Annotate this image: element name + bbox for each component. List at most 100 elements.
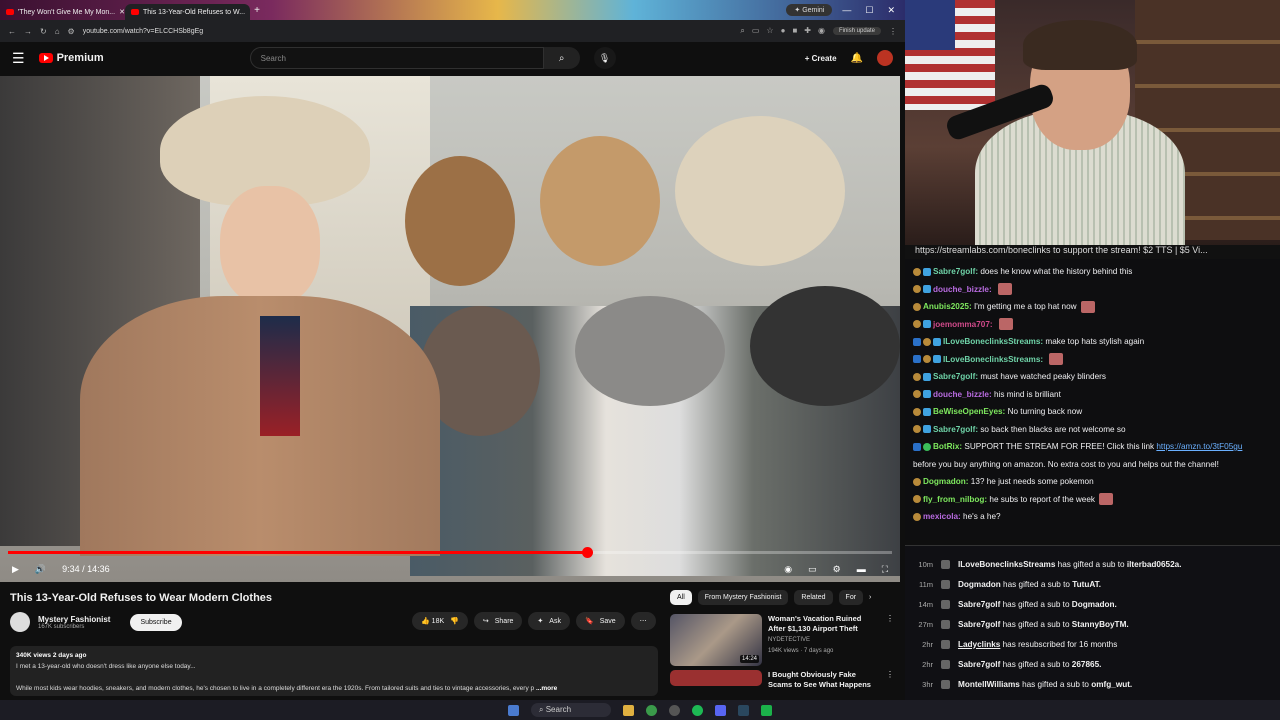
- event-target[interactable]: 267865.: [1072, 660, 1102, 669]
- progress-bar[interactable]: [8, 547, 892, 558]
- zoom-icon[interactable]: ⌕: [740, 26, 744, 36]
- rec-title[interactable]: Woman's Vacation Ruined After $1,130 Air…: [768, 614, 880, 634]
- spotify-icon[interactable]: [692, 704, 703, 716]
- event-target[interactable]: StannyBoyTM.: [1072, 620, 1129, 629]
- profile-icon[interactable]: ◉: [818, 26, 825, 36]
- autoplay-toggle-icon[interactable]: ◉: [784, 564, 792, 575]
- dislike-icon[interactable]: 👎: [450, 617, 459, 625]
- chip-from-channel[interactable]: From Mystery Fashionist: [697, 589, 789, 605]
- chat-username[interactable]: douche_bizzle:: [933, 285, 994, 294]
- chat-username[interactable]: joemomma707:: [933, 320, 995, 329]
- event-target[interactable]: Dogmadon.: [1072, 600, 1117, 609]
- home-icon[interactable]: ⌂: [55, 27, 60, 36]
- site-info-icon[interactable]: ⚙: [68, 27, 75, 36]
- save-button[interactable]: 🔖 Save: [575, 612, 625, 630]
- url-field[interactable]: youtube.com/watch?v=ELCCHSb8gEg: [83, 28, 733, 35]
- chip-all[interactable]: All: [670, 589, 692, 605]
- rec-title[interactable]: I Bought Obviously Fake Scams to See Wha…: [768, 670, 880, 690]
- windows-start-icon[interactable]: [508, 704, 519, 716]
- cast-icon[interactable]: ▭: [752, 26, 760, 36]
- event-user[interactable]: Ladyclinks: [958, 640, 1000, 649]
- subscribe-button[interactable]: Subscribe: [130, 613, 182, 631]
- chat-username[interactable]: mexicola:: [923, 512, 963, 521]
- back-icon[interactable]: ←: [8, 27, 16, 36]
- chip-for-you[interactable]: For: [838, 589, 864, 605]
- fullscreen-icon[interactable]: ⛶: [882, 564, 888, 575]
- chat-username[interactable]: BotRix:: [933, 442, 964, 451]
- description-box[interactable]: 340K views 2 days ago I met a 13-year-ol…: [10, 646, 658, 696]
- explorer-icon[interactable]: [623, 704, 634, 716]
- play-icon[interactable]: ▶: [12, 564, 19, 575]
- chrome-icon[interactable]: [646, 704, 657, 716]
- chips-next-icon[interactable]: ›: [869, 594, 871, 601]
- chat-username[interactable]: douche_bizzle:: [933, 390, 994, 399]
- maximize-icon[interactable]: ☐: [865, 5, 873, 16]
- rec-video-2[interactable]: I Bought Obviously Fake Scams to See Wha…: [670, 670, 900, 690]
- obs-icon[interactable]: [669, 704, 680, 716]
- event-user[interactable]: Dogmadon: [958, 580, 1001, 589]
- event-user[interactable]: Sabre7golf: [958, 620, 1000, 629]
- forward-icon[interactable]: →: [24, 27, 32, 36]
- extension-icon[interactable]: ●: [781, 26, 786, 36]
- microphone-icon[interactable]: 🎙: [593, 47, 616, 69]
- finish-update-button[interactable]: Finish update: [832, 27, 881, 35]
- app-icon[interactable]: [761, 704, 772, 716]
- chat-username[interactable]: ILoveBoneclinksStreams:: [943, 337, 1045, 346]
- search-input[interactable]: Search: [249, 47, 544, 69]
- create-button[interactable]: + Create: [805, 54, 837, 63]
- captions-icon[interactable]: ▭: [808, 564, 817, 575]
- rec-more-icon[interactable]: ⋮: [886, 670, 894, 690]
- taskbar-search[interactable]: ⌕ Search: [531, 703, 611, 717]
- notifications-bell-icon[interactable]: 🔔: [851, 53, 863, 64]
- ask-button[interactable]: ✦ Ask: [528, 612, 570, 630]
- rec-video-1[interactable]: 14:24 Woman's Vacation Ruined After $1,1…: [670, 614, 900, 666]
- search-icon[interactable]: ⌕: [543, 47, 580, 69]
- more-actions-icon[interactable]: ⋯: [630, 612, 656, 630]
- rec-thumbnail[interactable]: [670, 670, 762, 686]
- account-avatar[interactable]: [877, 50, 893, 66]
- rec-thumbnail[interactable]: 14:24: [670, 614, 762, 666]
- rec-more-icon[interactable]: ⋮: [886, 614, 894, 666]
- event-target[interactable]: omfg_wut.: [1091, 680, 1132, 689]
- chat-username[interactable]: Sabre7golf:: [933, 425, 980, 434]
- event-user[interactable]: Sabre7golf: [958, 660, 1000, 669]
- youtube-logo[interactable]: Premium: [38, 52, 104, 64]
- event-user[interactable]: ILoveBoneclinksStreams: [958, 560, 1055, 569]
- chat-link[interactable]: https://amzn.to/3tF05gu: [1156, 442, 1242, 451]
- chat-username[interactable]: Sabre7golf:: [933, 267, 980, 276]
- chip-related[interactable]: Related: [794, 589, 833, 605]
- scrubber-handle[interactable]: [582, 547, 594, 558]
- like-button[interactable]: 👍 18K: [421, 617, 444, 625]
- minimize-icon[interactable]: —: [842, 5, 851, 16]
- steam-icon[interactable]: [738, 704, 749, 716]
- event-user[interactable]: MontellWilliams: [958, 680, 1020, 689]
- new-tab-button[interactable]: +: [250, 5, 264, 16]
- browser-menu-icon[interactable]: ⋮: [889, 27, 897, 36]
- chat-username[interactable]: Anubis2025:: [923, 302, 974, 311]
- discord-icon[interactable]: [715, 704, 726, 716]
- channel-name[interactable]: Mystery Fashionist: [38, 615, 110, 624]
- video-player[interactable]: ▶ 🔊 9:34 / 14:36 ◉ ▭ ⚙ ▬ ⛶: [0, 76, 900, 582]
- close-window-icon[interactable]: ✕: [887, 5, 895, 16]
- settings-gear-icon[interactable]: ⚙: [833, 564, 841, 575]
- theater-mode-icon[interactable]: ▬: [857, 564, 866, 575]
- share-button[interactable]: ↪ Share: [473, 612, 523, 630]
- reload-icon[interactable]: ↻: [40, 27, 47, 36]
- channel-avatar[interactable]: [10, 612, 30, 632]
- tab-1[interactable]: 'They Won't Give Me My Mon... ✕: [0, 4, 125, 20]
- bookmark-star-icon[interactable]: ☆: [766, 26, 773, 36]
- event-target[interactable]: TutuAT.: [1072, 580, 1101, 589]
- hamburger-menu-icon[interactable]: ☰: [12, 50, 25, 67]
- more-link[interactable]: ...more: [536, 685, 557, 692]
- chat-username[interactable]: Sabre7golf:: [933, 372, 980, 381]
- puzzle-icon[interactable]: ✚: [804, 26, 811, 36]
- chat-username[interactable]: ILoveBoneclinksStreams:: [943, 355, 1045, 364]
- chat-username[interactable]: fly_from_nilbog:: [923, 495, 989, 504]
- chat-username[interactable]: BeWiseOpenEyes:: [933, 407, 1008, 416]
- extension-icon[interactable]: ■: [792, 26, 797, 36]
- tab-2[interactable]: This 13-Year-Old Refuses to W...✕: [125, 4, 250, 20]
- event-target[interactable]: ilterbad0652a.: [1127, 560, 1182, 569]
- gemini-button[interactable]: ✦ Gemini: [786, 4, 833, 16]
- chat-username[interactable]: Dogmadon:: [923, 477, 971, 486]
- volume-icon[interactable]: 🔊: [35, 564, 46, 575]
